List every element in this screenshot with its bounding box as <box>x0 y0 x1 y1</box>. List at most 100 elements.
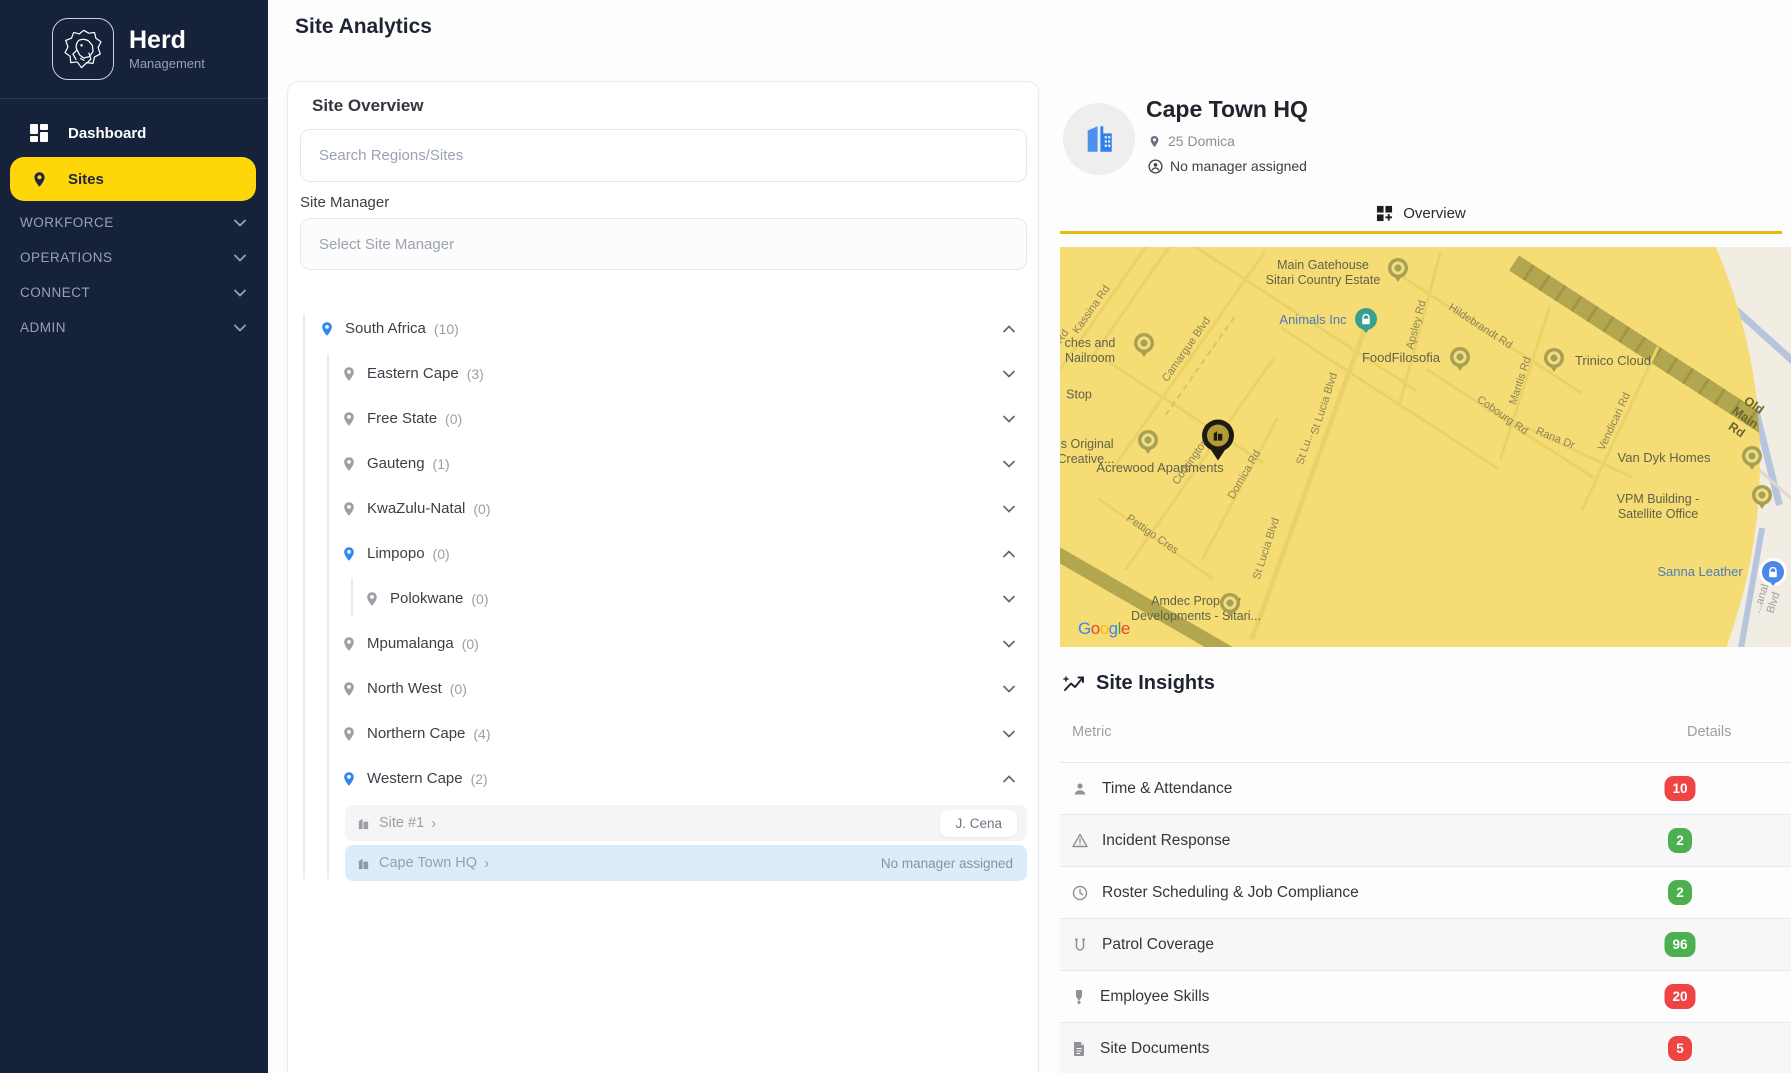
poi-marker[interactable] <box>1388 258 1408 278</box>
map-pin-icon <box>341 771 357 787</box>
tree-node-label: Western Cape <box>367 770 463 787</box>
metric-label: Patrol Coverage <box>1102 936 1214 954</box>
poi-marker[interactable] <box>1742 446 1762 466</box>
google-logo[interactable]: Google <box>1078 619 1130 639</box>
sidebar-section-connect[interactable]: CONNECT <box>0 275 268 310</box>
site-location-marker[interactable] <box>1202 420 1234 469</box>
chevron-down-icon[interactable] <box>1003 365 1015 383</box>
tree-node-count: (0) <box>450 681 467 697</box>
chevron-down-icon[interactable] <box>1003 635 1015 653</box>
metric-badge: 96 <box>1664 932 1695 957</box>
lock-marker[interactable] <box>1762 561 1784 583</box>
tree-node-northern-cape[interactable]: Northern Cape (4) <box>300 711 1027 756</box>
tree-node-label: South Africa <box>345 320 426 337</box>
tab-label: Overview <box>1403 205 1466 222</box>
chevron-down-icon[interactable] <box>1003 680 1015 698</box>
section-label: ADMIN <box>20 320 66 335</box>
chevron-down-icon <box>234 320 246 335</box>
chevron-up-icon[interactable] <box>1003 320 1015 338</box>
site-manager-select[interactable]: Select Site Manager <box>300 218 1027 270</box>
chevron-down-icon[interactable] <box>1003 410 1015 428</box>
sidebar-section-workforce[interactable]: WORKFORCE <box>0 205 268 240</box>
tree-node-kwazulu-natal[interactable]: KwaZulu-Natal (0) <box>300 486 1027 531</box>
insight-row-incident-response[interactable]: Incident Response 2 <box>1060 814 1791 866</box>
site-overview-card: Site Overview Site Manager Select Site M… <box>287 81 1039 1073</box>
sidebar-section-admin[interactable]: ADMIN <box>0 310 268 345</box>
tree-node-south-africa[interactable]: South Africa (10) <box>300 306 1027 351</box>
tree-node-count: (0) <box>473 501 490 517</box>
site-manager-badge: J. Cena <box>940 810 1017 837</box>
map-pin-icon <box>319 321 335 337</box>
lock-marker[interactable] <box>1355 308 1377 330</box>
tree-node-polokwane[interactable]: Polokwane (0) <box>300 576 1027 621</box>
site-row-cape-town-hq[interactable]: Cape Town HQ › No manager assigned <box>345 845 1027 881</box>
site-manager-label: Site Manager <box>300 194 389 211</box>
tree-node-count: (0) <box>445 411 462 427</box>
site-row-site-1[interactable]: Site #1 › J. Cena <box>345 805 1027 841</box>
site-insights-header: Site Insights <box>1062 672 1215 695</box>
tree-node-label: Limpopo <box>367 545 425 562</box>
sidebar-item-dashboard[interactable]: Dashboard <box>0 113 268 153</box>
insight-row-site-documents[interactable]: Site Documents 5 <box>1060 1022 1791 1073</box>
metric-badge: 2 <box>1668 828 1692 853</box>
insight-row-patrol-coverage[interactable]: Patrol Coverage 96 <box>1060 918 1791 970</box>
poi-marker[interactable] <box>1134 333 1154 353</box>
building-icon <box>357 817 370 830</box>
site-address: 25 Domica <box>1168 133 1235 149</box>
brand-subtitle: Management <box>129 56 205 71</box>
tree-node-western-cape[interactable]: Western Cape (2) <box>300 756 1027 801</box>
site-insights-title: Site Insights <box>1096 672 1215 695</box>
tab-overview[interactable]: Overview <box>1060 196 1782 234</box>
google-letter: e <box>1121 619 1130 638</box>
map-pin-icon <box>341 546 357 562</box>
building-icon <box>1212 430 1224 442</box>
herd-lion-logo-icon <box>52 18 114 80</box>
poi-marker[interactable] <box>1220 593 1240 613</box>
insights-trend-icon <box>1062 673 1086 695</box>
poi-marker[interactable] <box>1138 430 1158 450</box>
metric-badge: 2 <box>1668 880 1692 905</box>
chevron-up-icon[interactable] <box>1003 770 1015 788</box>
select-placeholder: Select Site Manager <box>319 236 454 253</box>
dashboard-customize-icon <box>1376 205 1393 222</box>
region-tree: South Africa (10) Eastern Cape (3) Free … <box>300 306 1027 881</box>
chevron-down-icon[interactable] <box>1003 725 1015 743</box>
search-regions-sites-input[interactable] <box>300 129 1027 182</box>
geofence-overlay <box>1060 247 1760 647</box>
sidebar-item-sites[interactable]: Sites <box>10 157 256 201</box>
tree-node-north-west[interactable]: North West (0) <box>300 666 1027 711</box>
map-pin-icon <box>341 681 357 697</box>
tree-node-count: (4) <box>473 726 490 742</box>
chevron-down-icon[interactable] <box>1003 500 1015 518</box>
tree-node-free-state[interactable]: Free State (0) <box>300 396 1027 441</box>
sidebar-section-operations[interactable]: OPERATIONS <box>0 240 268 275</box>
brand-name: Herd <box>129 27 205 55</box>
page-title: Site Analytics <box>295 15 432 39</box>
poi-marker[interactable] <box>1544 348 1564 368</box>
sidebar-item-label: Dashboard <box>68 125 146 142</box>
document-icon <box>1072 1041 1086 1057</box>
insight-row-time-attendance[interactable]: Time & Attendance 10 <box>1060 762 1791 814</box>
poi-marker[interactable] <box>1450 347 1470 367</box>
chevron-down-icon[interactable] <box>1003 590 1015 608</box>
tree-node-count: (1) <box>433 456 450 472</box>
warning-icon <box>1072 833 1088 848</box>
tree-node-limpopo[interactable]: Limpopo (0) <box>300 531 1027 576</box>
building-icon <box>1082 122 1116 156</box>
metric-badge: 5 <box>1668 1036 1692 1061</box>
metric-label: Time & Attendance <box>1102 780 1232 798</box>
site-manager: No manager assigned <box>1170 158 1307 174</box>
insight-row-roster-scheduling[interactable]: Roster Scheduling & Job Compliance 2 <box>1060 866 1791 918</box>
poi-marker[interactable] <box>1752 485 1772 505</box>
brand[interactable]: Herd Management <box>0 0 268 98</box>
tree-node-count: (0) <box>471 591 488 607</box>
tree-node-gauteng[interactable]: Gauteng (1) <box>300 441 1027 486</box>
site-map[interactable]: Main Gatehouse Sitari Country Estate Ani… <box>1060 247 1791 647</box>
map-pin-icon <box>364 591 380 607</box>
chevron-down-icon[interactable] <box>1003 455 1015 473</box>
tree-node-eastern-cape[interactable]: Eastern Cape (3) <box>300 351 1027 396</box>
chevron-up-icon[interactable] <box>1003 545 1015 563</box>
insight-row-employee-skills[interactable]: Employee Skills 20 <box>1060 970 1791 1022</box>
tree-node-mpumalanga[interactable]: Mpumalanga (0) <box>300 621 1027 666</box>
map-pin-icon <box>1148 134 1161 149</box>
